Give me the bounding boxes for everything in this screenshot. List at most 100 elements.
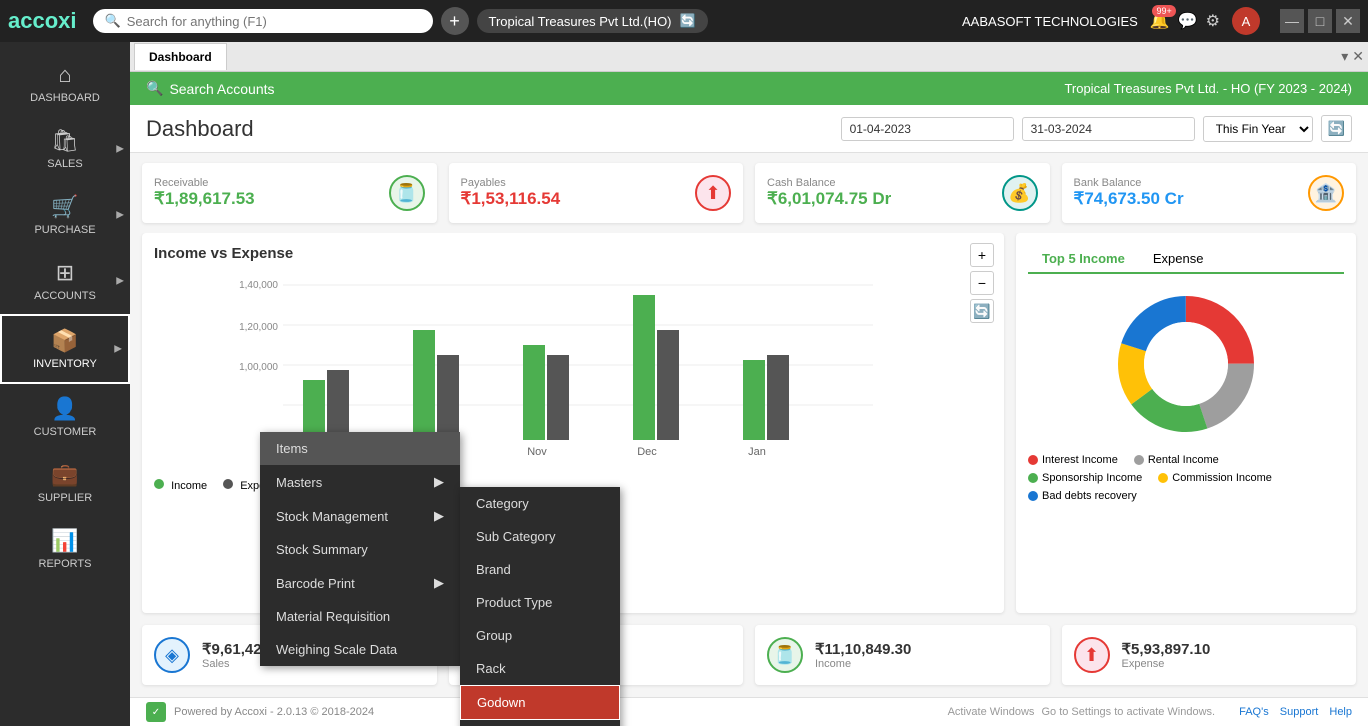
submenu-item-sub-category[interactable]: Sub Category xyxy=(460,520,620,553)
right-panel: Top 5 Income Expense xyxy=(1016,233,1356,613)
dashboard-title: Dashboard xyxy=(146,116,829,142)
svg-text:1,40,000: 1,40,000 xyxy=(239,280,278,291)
submenu-item-rack[interactable]: Rack xyxy=(460,652,620,685)
search-accounts-icon: 🔍 xyxy=(146,80,163,97)
legend-bad-debts: Bad debts recovery xyxy=(1028,490,1137,502)
svg-text:Jan: Jan xyxy=(748,446,766,458)
sidebar-item-purchase[interactable]: 🛒 PURCHASE ▶ xyxy=(0,182,130,248)
sidebar-item-label: REPORTS xyxy=(39,558,92,570)
avatar[interactable]: A xyxy=(1232,7,1260,35)
receivable-label: Receivable xyxy=(154,177,255,189)
sales-icon: 🛍 xyxy=(51,128,79,154)
purchase-icon: 🛒 xyxy=(51,194,78,220)
barcode-arrow-icon: ▶ xyxy=(434,575,444,591)
sponsorship-income-dot xyxy=(1028,473,1038,483)
commission-income-dot xyxy=(1158,473,1168,483)
accounts-icon: ⊞ xyxy=(56,260,74,286)
donut-svg xyxy=(1106,284,1266,444)
submenu-item-group[interactable]: Group xyxy=(460,619,620,652)
payables-value: ₹1,53,116.54 xyxy=(461,189,561,209)
submenu-item-product-type[interactable]: Product Type xyxy=(460,586,620,619)
app-logo: accoxi xyxy=(8,8,77,34)
close-button[interactable]: ✕ xyxy=(1336,9,1360,33)
search-input[interactable] xyxy=(127,14,421,29)
dashboard-header: Dashboard This Fin Year 🔄 xyxy=(130,105,1368,153)
minimize-button[interactable]: — xyxy=(1280,9,1304,33)
expense-bcard: ⬆ ₹5,93,897.10 Expense xyxy=(1062,625,1357,685)
masters-submenu: Category Sub Category Brand Product Type… xyxy=(460,487,620,726)
notification-badge: 99+ xyxy=(1152,5,1175,17)
supplier-icon: 💼 xyxy=(51,462,78,488)
payables-label: Payables xyxy=(461,177,561,189)
right-panel-tabs: Top 5 Income Expense xyxy=(1028,245,1344,274)
tab-dashboard[interactable]: Dashboard xyxy=(134,43,227,70)
sidebar-item-label: DASHBOARD xyxy=(30,92,100,104)
top-right: AABASOFT TECHNOLOGIES 🔔 99+ 💬 ⚙ A — □ ✕ xyxy=(962,7,1360,35)
dashboard-refresh-button[interactable]: 🔄 xyxy=(1321,115,1352,142)
date-from-input[interactable] xyxy=(841,117,1014,141)
income-bcard-label: Income xyxy=(815,658,911,670)
sales-arrow-icon: ▶ xyxy=(116,144,124,155)
footer-links: FAQ's Support Help xyxy=(1239,706,1352,718)
customer-icon: 👤 xyxy=(51,396,78,422)
submenu-item-brand[interactable]: Brand xyxy=(460,553,620,586)
maximize-button[interactable]: □ xyxy=(1308,9,1332,33)
interest-income-dot xyxy=(1028,455,1038,465)
sidebar-item-sales[interactable]: 🛍 SALES ▶ xyxy=(0,116,130,182)
donut-container xyxy=(1028,284,1344,444)
settings-button[interactable]: ⚙ xyxy=(1206,11,1220,31)
menu-item-barcode-print[interactable]: Barcode Print ▶ xyxy=(260,566,460,600)
menu-item-stock-management[interactable]: Stock Management ▶ xyxy=(260,499,460,533)
expense-bcard-label: Expense xyxy=(1122,658,1211,670)
tab-close-button[interactable]: ✕ xyxy=(1352,48,1364,65)
submenu-item-category[interactable]: Category xyxy=(460,487,620,520)
menu-item-stock-summary[interactable]: Stock Summary xyxy=(260,533,460,566)
cash-label: Cash Balance xyxy=(767,177,891,189)
sidebar-item-accounts[interactable]: ⊞ ACCOUNTS ▶ xyxy=(0,248,130,314)
chart-zoom-out-button[interactable]: − xyxy=(970,271,994,295)
add-button[interactable]: + xyxy=(441,7,469,35)
chat-button[interactable]: 💬 xyxy=(1178,11,1198,31)
activate-windows: Activate Windows Go to Settings to activ… xyxy=(948,706,1216,718)
search-accounts-label: Search Accounts xyxy=(169,81,274,97)
date-filter: This Fin Year 🔄 xyxy=(841,115,1352,142)
submenu-item-godown[interactable]: Godown xyxy=(460,685,620,720)
company-refresh-icon[interactable]: 🔄 xyxy=(680,13,696,29)
search-accounts-button[interactable]: 🔍 Search Accounts xyxy=(146,80,275,97)
sidebar-item-dashboard[interactable]: ⌂ DASHBOARD xyxy=(0,50,130,116)
tab-bar: Dashboard ▾ ✕ xyxy=(130,42,1368,72)
sidebar-item-customer[interactable]: 👤 CUSTOMER xyxy=(0,384,130,450)
stock-mgmt-arrow-icon: ▶ xyxy=(434,508,444,524)
menu-item-weighing-scale[interactable]: Weighing Scale Data xyxy=(260,633,460,666)
receivable-icon: 🫙 xyxy=(389,175,425,211)
search-icon: 🔍 xyxy=(105,13,121,29)
menu-item-masters[interactable]: Masters ▶ xyxy=(260,465,460,499)
sidebar-item-reports[interactable]: 📊 REPORTS xyxy=(0,516,130,582)
donut-legend: Interest Income Rental Income Sponsorshi… xyxy=(1028,454,1344,502)
tab-top5-income[interactable]: Top 5 Income xyxy=(1028,245,1139,274)
notification-button[interactable]: 🔔 99+ xyxy=(1150,11,1170,31)
income-bcard-value: ₹11,10,849.30 xyxy=(815,640,911,658)
cash-card: Cash Balance ₹6,01,074.75 Dr 💰 xyxy=(755,163,1050,223)
submenu-item-unit[interactable]: Unit xyxy=(460,720,620,726)
menu-item-items[interactable]: Items xyxy=(260,432,460,465)
expense-bcard-icon: ⬆ xyxy=(1074,637,1110,673)
tab-expense[interactable]: Expense xyxy=(1139,245,1218,274)
fin-year-select[interactable]: This Fin Year xyxy=(1203,116,1313,142)
bad-debts-dot xyxy=(1028,491,1038,501)
sidebar-item-inventory[interactable]: 📦 INVENTORY ▶ xyxy=(0,314,130,384)
income-bcard-icon: 🫙 xyxy=(767,637,803,673)
chart-zoom-in-button[interactable]: + xyxy=(970,243,994,267)
window-controls: — □ ✕ xyxy=(1280,9,1360,33)
search-bar[interactable]: 🔍 xyxy=(93,9,433,33)
chart-refresh-button[interactable]: 🔄 xyxy=(970,299,994,323)
menu-item-material-requisition[interactable]: Material Requisition xyxy=(260,600,460,633)
sidebar-item-supplier[interactable]: 💼 SUPPLIER xyxy=(0,450,130,516)
receivable-card: Receivable ₹1,89,617.53 🫙 xyxy=(142,163,437,223)
cash-icon: 💰 xyxy=(1002,175,1038,211)
payables-card: Payables ₹1,53,116.54 ⬆ xyxy=(449,163,744,223)
income-bcard: 🫙 ₹11,10,849.30 Income xyxy=(755,625,1050,685)
tab-pin-button[interactable]: ▾ xyxy=(1341,48,1348,65)
bank-label: Bank Balance xyxy=(1074,177,1184,189)
date-to-input[interactable] xyxy=(1022,117,1195,141)
